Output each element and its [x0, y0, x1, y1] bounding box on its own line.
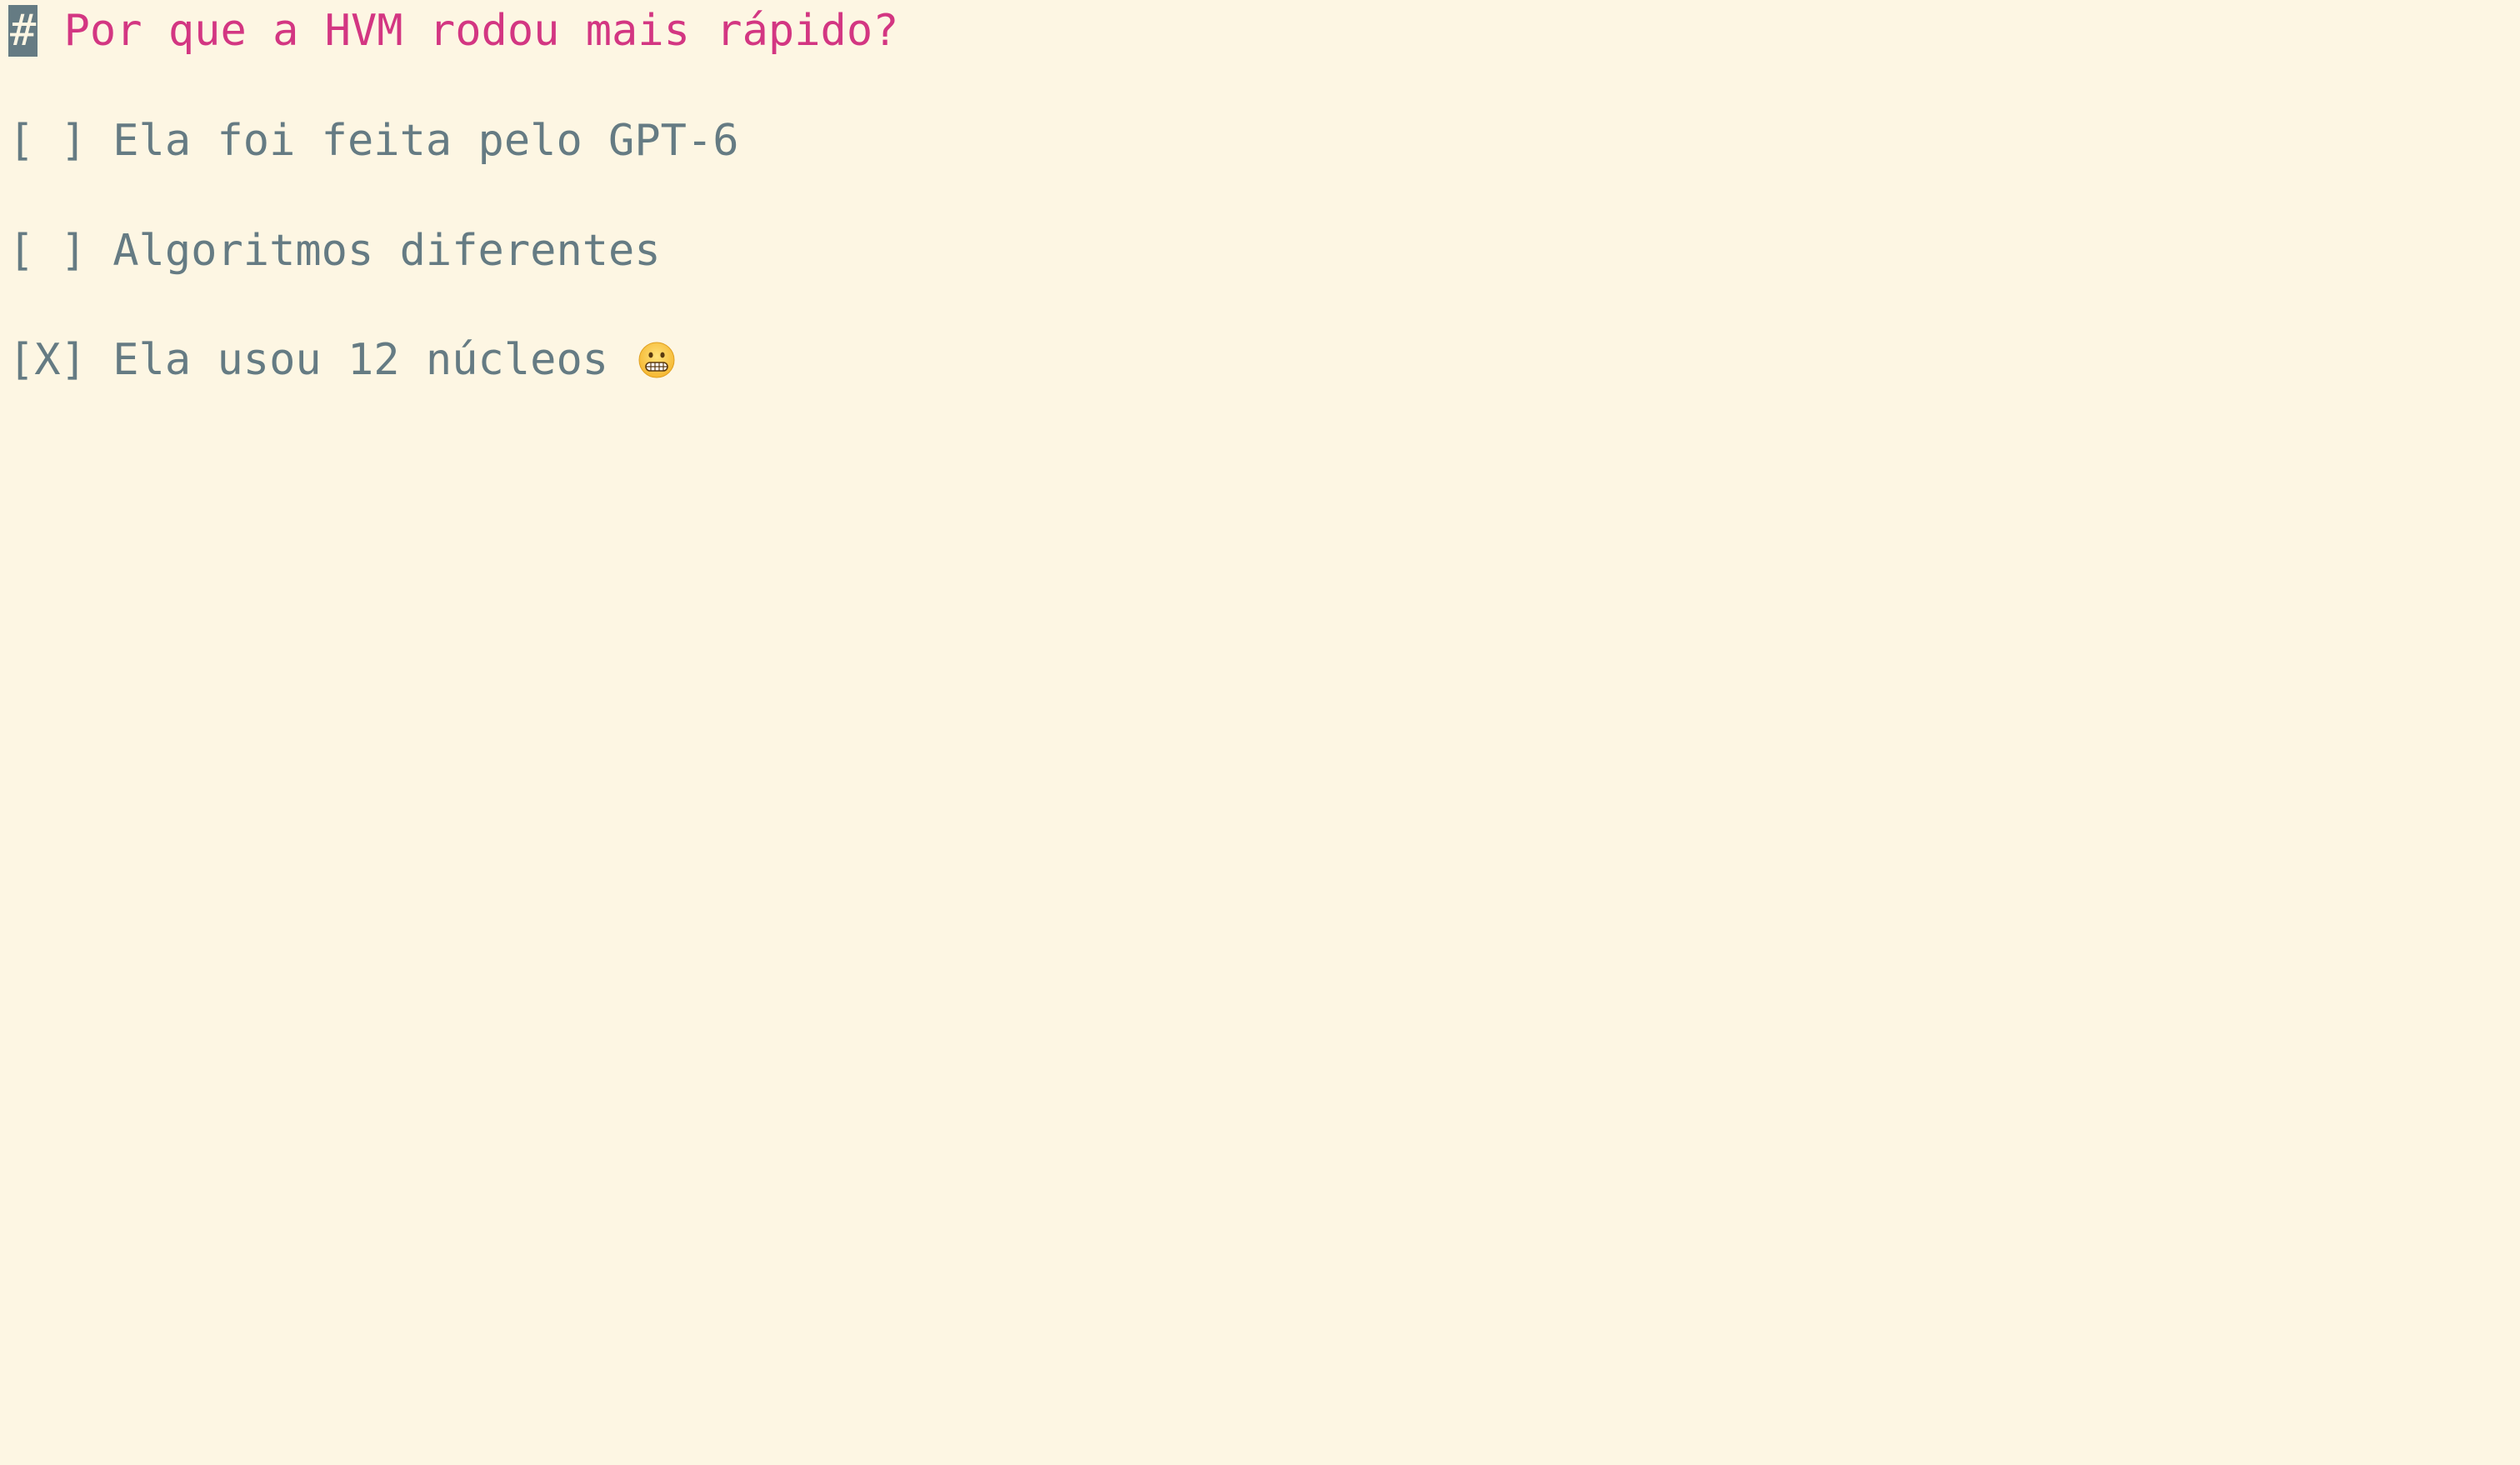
option-text: Algoritmos diferentes [86, 226, 661, 276]
option-line-3[interactable]: [X] Ela usou 12 núcleos [8, 331, 676, 389]
checkbox-unchecked[interactable]: [ ] [8, 226, 87, 276]
option-line-2[interactable]: [ ] Algoritmos diferentes [8, 222, 661, 280]
text-editor[interactable]: # Por que a HVM rodou mais rápido? [ ] E… [0, 0, 2520, 1465]
option-text: Ela usou 12 núcleos [86, 335, 635, 385]
heading-line[interactable]: # Por que a HVM rodou mais rápido? [8, 2, 898, 60]
heading-text: Por que a HVM rodou mais rápido? [38, 6, 899, 56]
option-text: Ela foi feita pelo GPT-6 [86, 116, 739, 166]
text-cursor: # [8, 5, 38, 57]
option-line-1[interactable]: [ ] Ela foi feita pelo GPT-6 [8, 112, 739, 170]
grimacing-face-icon [638, 342, 675, 378]
checkbox-unchecked[interactable]: [ ] [8, 116, 87, 166]
checkbox-checked[interactable]: [X] [8, 335, 87, 385]
